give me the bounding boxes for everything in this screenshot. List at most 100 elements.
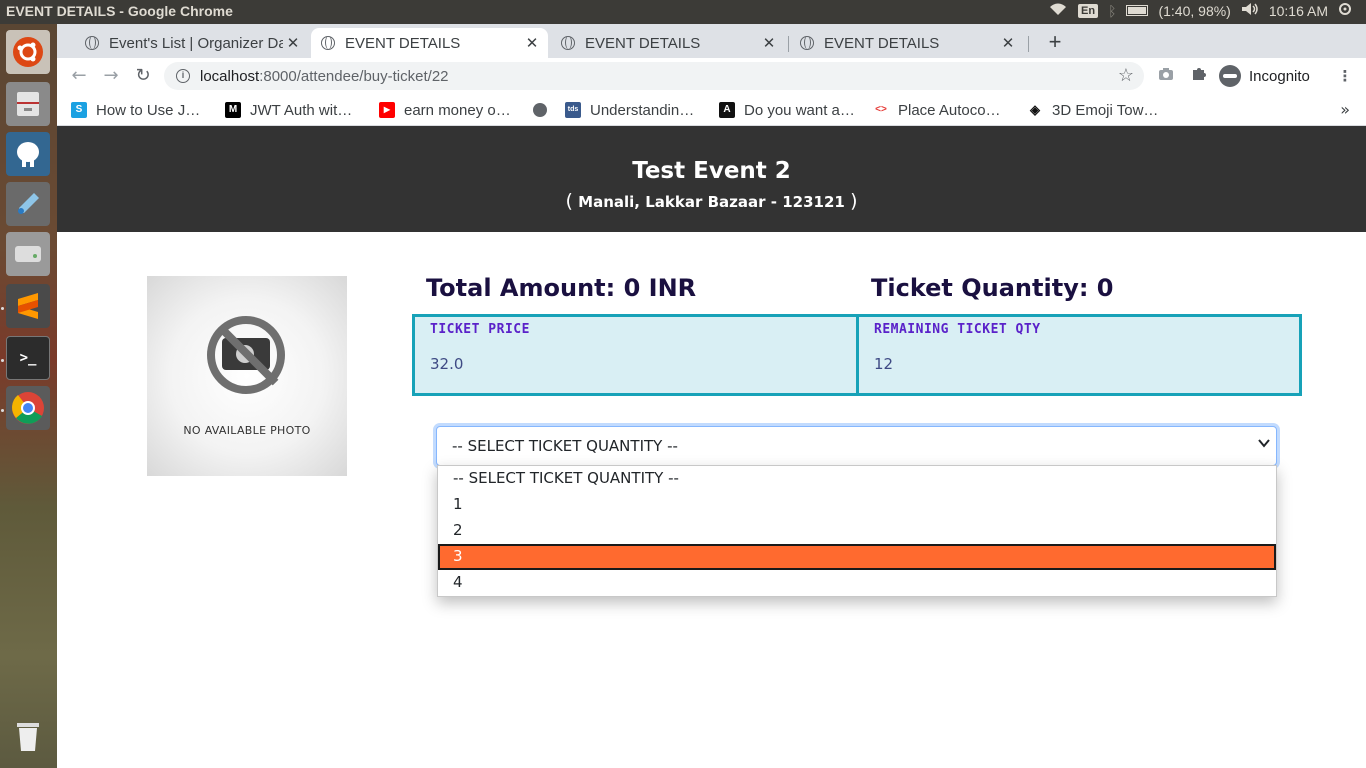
event-location: ( Manali, Lakkar Bazaar - 123121 ): [57, 190, 1366, 212]
bookmark-label: Understandin…: [590, 101, 695, 119]
bookmark-item[interactable]: [533, 100, 556, 120]
close-icon[interactable]: ✕: [998, 34, 1018, 52]
disk-drive-icon[interactable]: [6, 232, 50, 276]
tab-event-details-active[interactable]: EVENT DETAILS ✕: [311, 28, 548, 58]
back-arrow-icon[interactable]: ←: [67, 64, 91, 88]
bookmark-item[interactable]: ◈ 3D Emoji Tow…: [1027, 100, 1158, 120]
battery-status[interactable]: (1:40, 98%): [1158, 3, 1230, 19]
close-icon[interactable]: ✕: [759, 34, 779, 52]
reload-icon[interactable]: ↻: [131, 64, 155, 88]
keyboard-layout-indicator[interactable]: En: [1078, 3, 1099, 18]
incognito-profile-button[interactable]: Incognito: [1219, 62, 1310, 90]
remaining-qty-value: 12: [874, 355, 894, 373]
event-title: Test Event 2: [632, 158, 791, 184]
site-info-icon[interactable]: i: [176, 69, 190, 83]
no-photo-caption: NO AVAILABLE PHOTO: [183, 424, 311, 437]
globe-icon: [533, 103, 547, 117]
extensions-puzzle-icon[interactable]: [1188, 65, 1210, 87]
running-indicator: [1, 409, 4, 412]
bookmark-label: Place Autoco…: [898, 101, 1001, 119]
tab-separator: [788, 36, 789, 52]
browser-toolbar: ← → ↻ i localhost:8000/attendee/buy-tick…: [57, 58, 1366, 94]
bookmark-star-icon[interactable]: ☆: [1118, 65, 1134, 86]
url-host: localhost: [200, 67, 260, 85]
url-path: :8000/attendee/buy-ticket/22: [259, 67, 449, 85]
ticket-price-value: 32.0: [430, 355, 464, 373]
bookmark-item[interactable]: M JWT Auth wit…: [225, 100, 352, 120]
bookmark-label: How to Use J…: [96, 101, 201, 119]
ticket-quantity-select[interactable]: -- SELECT TICKET QUANTITY --: [436, 426, 1277, 466]
tab-organizer-events[interactable]: Event's List | Organizer Da ✕: [75, 28, 309, 58]
bookmark-item[interactable]: S How to Use J…: [71, 100, 200, 120]
location-text: Manali, Lakkar Bazaar - 123121: [578, 193, 845, 211]
running-indicator: [1, 307, 4, 310]
wifi-icon[interactable]: [1048, 2, 1068, 19]
dropdown-option[interactable]: 2: [438, 518, 1276, 544]
ubuntu-dash-icon[interactable]: [6, 30, 50, 74]
ticket-price-box: TICKET PRICE 32.0: [412, 314, 859, 396]
bluetooth-icon[interactable]: ᛒ: [1108, 3, 1116, 19]
ticket-price-label: TICKET PRICE: [430, 322, 530, 337]
globe-icon: [561, 36, 575, 50]
chevrons-icon: <>: [873, 102, 889, 118]
location-close-paren: ): [850, 190, 858, 212]
bookmark-label: Do you want a…: [744, 101, 855, 119]
forward-arrow-icon[interactable]: →: [99, 64, 123, 88]
camera-icon[interactable]: [1155, 65, 1177, 87]
clock[interactable]: 10:16 AM: [1269, 3, 1328, 19]
incognito-label: Incognito: [1249, 67, 1310, 85]
bookmark-item[interactable]: tds Understandin…: [565, 100, 694, 120]
postgresql-elephant-icon[interactable]: [6, 132, 50, 176]
close-icon[interactable]: ✕: [522, 34, 542, 52]
battery-icon[interactable]: [1126, 5, 1149, 16]
angular-icon: A: [719, 102, 735, 118]
chrome-icon[interactable]: [6, 386, 50, 430]
bookmark-item[interactable]: <> Place Autoco…: [873, 100, 1001, 120]
total-amount: Total Amount: 0 INR: [426, 274, 697, 302]
tab-event-details[interactable]: EVENT DETAILS ✕: [551, 28, 785, 58]
sublime-text-icon[interactable]: [6, 284, 50, 328]
youtube-icon: ▶: [379, 102, 395, 118]
tab-label: EVENT DETAILS: [345, 34, 461, 52]
dropdown-option[interactable]: 1: [438, 492, 1276, 518]
power-gear-icon[interactable]: [1338, 2, 1352, 19]
globe-icon: [321, 36, 335, 50]
dropdown-option[interactable]: 4: [438, 570, 1276, 596]
color-picker-icon[interactable]: [6, 182, 50, 226]
terminal-icon[interactable]: >_: [6, 336, 50, 380]
event-header: Test Event 2 ( Manali, Lakkar Bazaar - 1…: [57, 126, 1366, 232]
bookmark-label: 3D Emoji Tow…: [1052, 101, 1159, 119]
ticket-quantity: Ticket Quantity: 0: [871, 274, 1114, 302]
window-title: EVENT DETAILS - Google Chrome: [6, 3, 233, 19]
new-tab-button[interactable]: +: [1041, 30, 1069, 56]
bookmark-label: earn money o…: [404, 101, 511, 119]
trash-icon[interactable]: [6, 714, 50, 758]
bookmark-item[interactable]: ▶ earn money o…: [379, 100, 511, 120]
globe-icon: [85, 36, 99, 50]
s-icon: S: [71, 102, 87, 118]
location-open-paren: (: [565, 190, 573, 212]
dropdown-option-highlighted[interactable]: 3: [438, 544, 1276, 570]
tab-label: EVENT DETAILS: [585, 34, 701, 52]
system-indicators: En ᛒ (1:40, 98%) 10:16 AM: [1048, 2, 1352, 19]
globe-icon: [800, 36, 814, 50]
close-icon[interactable]: ✕: [283, 34, 303, 52]
remaining-qty-box: REMAINING TICKET QTY 12: [856, 314, 1302, 396]
volume-icon[interactable]: [1241, 2, 1259, 19]
bookmarks-overflow-icon[interactable]: »: [1340, 100, 1350, 119]
bookmark-label: JWT Auth wit…: [250, 101, 353, 119]
page-content: Test Event 2 ( Manali, Lakkar Bazaar - 1…: [57, 126, 1366, 768]
bookmark-item[interactable]: A Do you want a…: [719, 100, 855, 120]
dropdown-option[interactable]: -- SELECT TICKET QUANTITY --: [438, 466, 1276, 492]
incognito-icon: [1219, 65, 1241, 87]
quantity-dropdown-list: -- SELECT TICKET QUANTITY -- 1 2 3 4: [437, 465, 1277, 597]
running-indicator: [1, 359, 4, 362]
selected-option: -- SELECT TICKET QUANTITY --: [452, 437, 678, 455]
tds-icon: tds: [565, 102, 581, 118]
bookmarks-bar: S How to Use J… M JWT Auth wit… ▶ earn m…: [57, 94, 1366, 126]
tab-label: EVENT DETAILS: [824, 34, 940, 52]
address-bar[interactable]: i localhost:8000/attendee/buy-ticket/22 …: [164, 62, 1144, 90]
file-cabinet-icon[interactable]: [6, 82, 50, 126]
tab-event-details[interactable]: EVENT DETAILS ✕: [790, 28, 1024, 58]
more-menu-icon[interactable]: ⋮: [1334, 65, 1356, 87]
